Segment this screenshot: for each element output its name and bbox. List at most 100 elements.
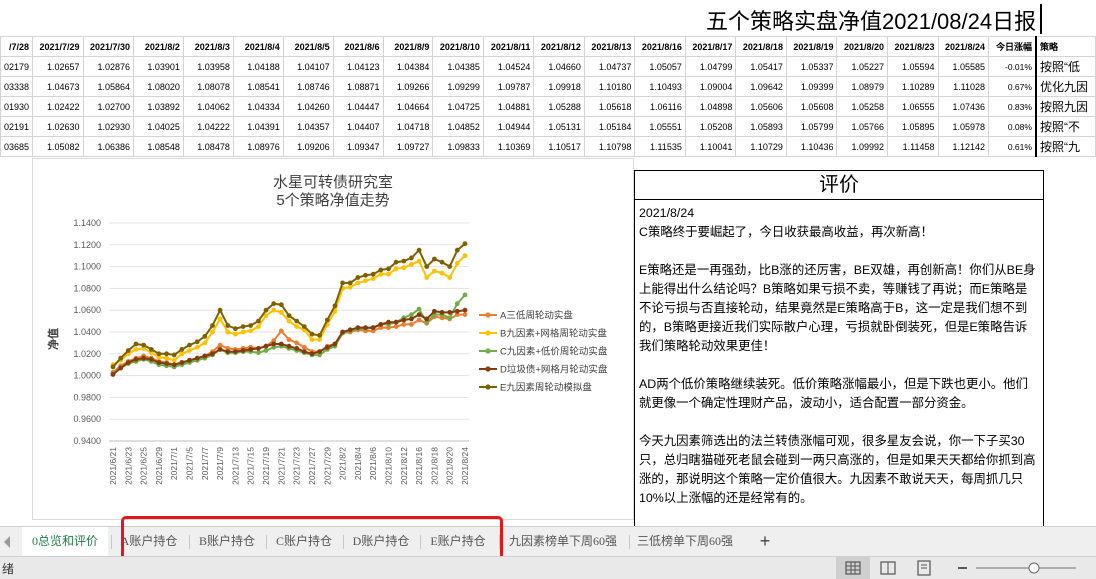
table-cell[interactable]: 1.04188 (232, 56, 284, 77)
legend-entry[interactable]: D垃圾债+网格月轮动实盘 (500, 364, 608, 376)
header-cell[interactable]: 2021/8/20 (836, 36, 888, 57)
table-cell[interactable]: 1.06386 (82, 136, 135, 157)
sheet-tab[interactable]: B账户持仓 (190, 527, 264, 556)
table-cell[interactable]: 1.08020 (133, 76, 184, 97)
table-cell[interactable]: 0.67% (988, 76, 1037, 97)
table-cell[interactable]: 1.09992 (836, 136, 888, 157)
table-cell[interactable]: 1.09299 (432, 76, 484, 97)
table-cell[interactable]: 1.05799 (785, 116, 838, 137)
table-cell[interactable]: 1.02422 (32, 96, 84, 117)
table-cell[interactable]: 1.04524 (482, 56, 535, 77)
header-cell[interactable]: 2021/8/4 (232, 36, 284, 57)
header-cell[interactable]: 2021/8/12 (533, 36, 585, 57)
legend-entry[interactable]: C九因素+低价周轮动实盘 (500, 346, 608, 358)
table-cell[interactable]: 1.08871 (332, 76, 384, 97)
table-cell[interactable]: 0.08% (988, 116, 1037, 137)
table-cell[interactable]: 1.10369 (482, 136, 535, 157)
table-cell[interactable]: 1.05288 (533, 96, 585, 117)
page-layout-icon[interactable] (880, 561, 896, 575)
table-cell[interactable]: 1.04799 (684, 56, 737, 77)
table-cell[interactable]: 1.04718 (382, 116, 434, 137)
table-cell[interactable]: 1.09787 (482, 76, 535, 97)
table-cell[interactable]: 1.05057 (634, 56, 686, 77)
table-cell[interactable]: 1.04025 (133, 116, 184, 137)
table-cell[interactable]: 1.05258 (836, 96, 888, 117)
table-cell[interactable]: 1.09918 (533, 76, 585, 97)
table-cell[interactable]: 02179 (0, 56, 34, 77)
header-cell[interactable]: 2021/8/24 (937, 36, 990, 57)
table-cell[interactable]: 1.04222 (182, 116, 234, 137)
table-cell[interactable]: 0.61% (988, 136, 1037, 157)
header-cell[interactable]: 2021/8/17 (684, 36, 737, 57)
table-cell[interactable]: 02191 (0, 116, 34, 137)
table-cell[interactable]: 按照九因 (1034, 96, 1096, 117)
table-cell[interactable]: 按照“九 (1034, 136, 1096, 157)
table-cell[interactable]: 1.02876 (82, 56, 135, 77)
header-cell[interactable]: 2021/8/19 (785, 36, 838, 57)
table-cell[interactable]: 0.83% (988, 96, 1037, 117)
table-cell[interactable]: 1.08478 (182, 136, 234, 157)
header-cell[interactable]: 2021/8/18 (735, 36, 787, 57)
nav-line-chart[interactable]: 水星可转债研究室5个策略净值走势净值 0.9400 0.9600 0.9800 1.00… (33, 159, 633, 519)
table-cell[interactable]: 1.05608 (785, 96, 838, 117)
table-cell[interactable]: 1.11458 (886, 136, 939, 157)
header-cell[interactable]: 2021/8/5 (282, 36, 334, 57)
table-cell[interactable]: 1.04062 (182, 96, 234, 117)
table-cell[interactable]: 01930 (0, 96, 34, 117)
table-cell[interactable]: 1.02630 (32, 116, 84, 137)
table-cell[interactable]: 1.03901 (133, 56, 184, 77)
page-break-icon[interactable] (917, 560, 931, 576)
table-cell[interactable]: 1.05184 (583, 116, 636, 137)
table-cell[interactable]: 1.05606 (735, 96, 787, 117)
table-cell[interactable]: 1.05618 (583, 96, 636, 117)
sheet-tab[interactable]: 0总览和评价 (22, 527, 108, 558)
table-cell[interactable]: 1.04407 (332, 116, 384, 137)
table-cell[interactable]: 1.02930 (82, 116, 135, 137)
sheet-title[interactable]: 五个策略实盘净值2021/08/24日报 (706, 4, 1036, 36)
header-cell[interactable]: 2021/8/16 (634, 36, 686, 57)
add-sheet-button[interactable]: + (750, 527, 780, 556)
table-cell[interactable]: 1.05227 (836, 56, 888, 77)
table-cell[interactable]: 1.05585 (937, 56, 990, 77)
table-cell[interactable]: 1.11028 (937, 76, 990, 97)
review-panel[interactable]: 评价 2021/8/24 C策略终于要崛起了，今日收获最高收益，再次新高！ E策略… (634, 170, 1044, 526)
table-cell[interactable]: 1.05978 (937, 116, 990, 137)
table-cell[interactable]: 1.10041 (684, 136, 737, 157)
table-cell[interactable]: 1.07436 (937, 96, 990, 117)
zoom-slider[interactable] (976, 562, 1076, 574)
table-cell[interactable]: 1.05208 (684, 116, 737, 137)
table-cell[interactable]: 1.04123 (332, 56, 384, 77)
table-cell[interactable]: 1.04881 (482, 96, 535, 117)
table-cell[interactable]: 1.05893 (735, 116, 787, 137)
table-cell[interactable]: 1.10493 (634, 76, 686, 97)
table-cell[interactable]: 1.09642 (735, 76, 787, 97)
table-cell[interactable]: 1.11535 (634, 136, 686, 157)
header-cell[interactable]: 2021/8/9 (382, 36, 434, 57)
sheet-tab[interactable]: C账户持仓 (267, 527, 341, 556)
table-cell[interactable]: 1.03892 (133, 96, 184, 117)
chart[interactable]: 水星可转债研究室 5个策略净值走势 净值 0.9400 0.9600 0.9800 1.00… (32, 158, 634, 520)
table-cell[interactable]: 1.06555 (886, 96, 939, 117)
table-cell[interactable]: 1.05864 (82, 76, 135, 97)
table-cell[interactable]: 1.09266 (382, 76, 434, 97)
table-cell[interactable]: 1.04852 (432, 116, 484, 137)
table-cell[interactable]: 1.05895 (886, 116, 939, 137)
table-cell[interactable]: 1.09206 (282, 136, 334, 157)
table-cell[interactable]: 1.05337 (785, 56, 838, 77)
table-cell[interactable]: 1.04898 (684, 96, 737, 117)
legend-entry[interactable]: A三低周轮动实盘 (500, 310, 573, 322)
table-cell[interactable]: 1.05082 (32, 136, 84, 157)
table-cell[interactable]: 1.06116 (634, 96, 686, 117)
table-cell[interactable]: 1.08976 (232, 136, 284, 157)
table-cell[interactable]: 1.04334 (232, 96, 284, 117)
table-cell[interactable]: 1.04725 (432, 96, 484, 117)
table-cell[interactable]: 1.10798 (583, 136, 636, 157)
sheet-tab[interactable]: 三低榜单下周60强 (630, 527, 740, 556)
table-cell[interactable]: 1.04391 (232, 116, 284, 137)
table-cell[interactable]: 1.10180 (583, 76, 636, 97)
header-cell[interactable]: 2021/7/29 (32, 36, 84, 57)
table-cell[interactable]: 优化九因 (1034, 76, 1096, 97)
table-cell[interactable]: 1.04944 (482, 116, 535, 137)
header-cell[interactable]: 2021/8/3 (182, 36, 234, 57)
table-cell[interactable]: 1.09399 (785, 76, 838, 97)
